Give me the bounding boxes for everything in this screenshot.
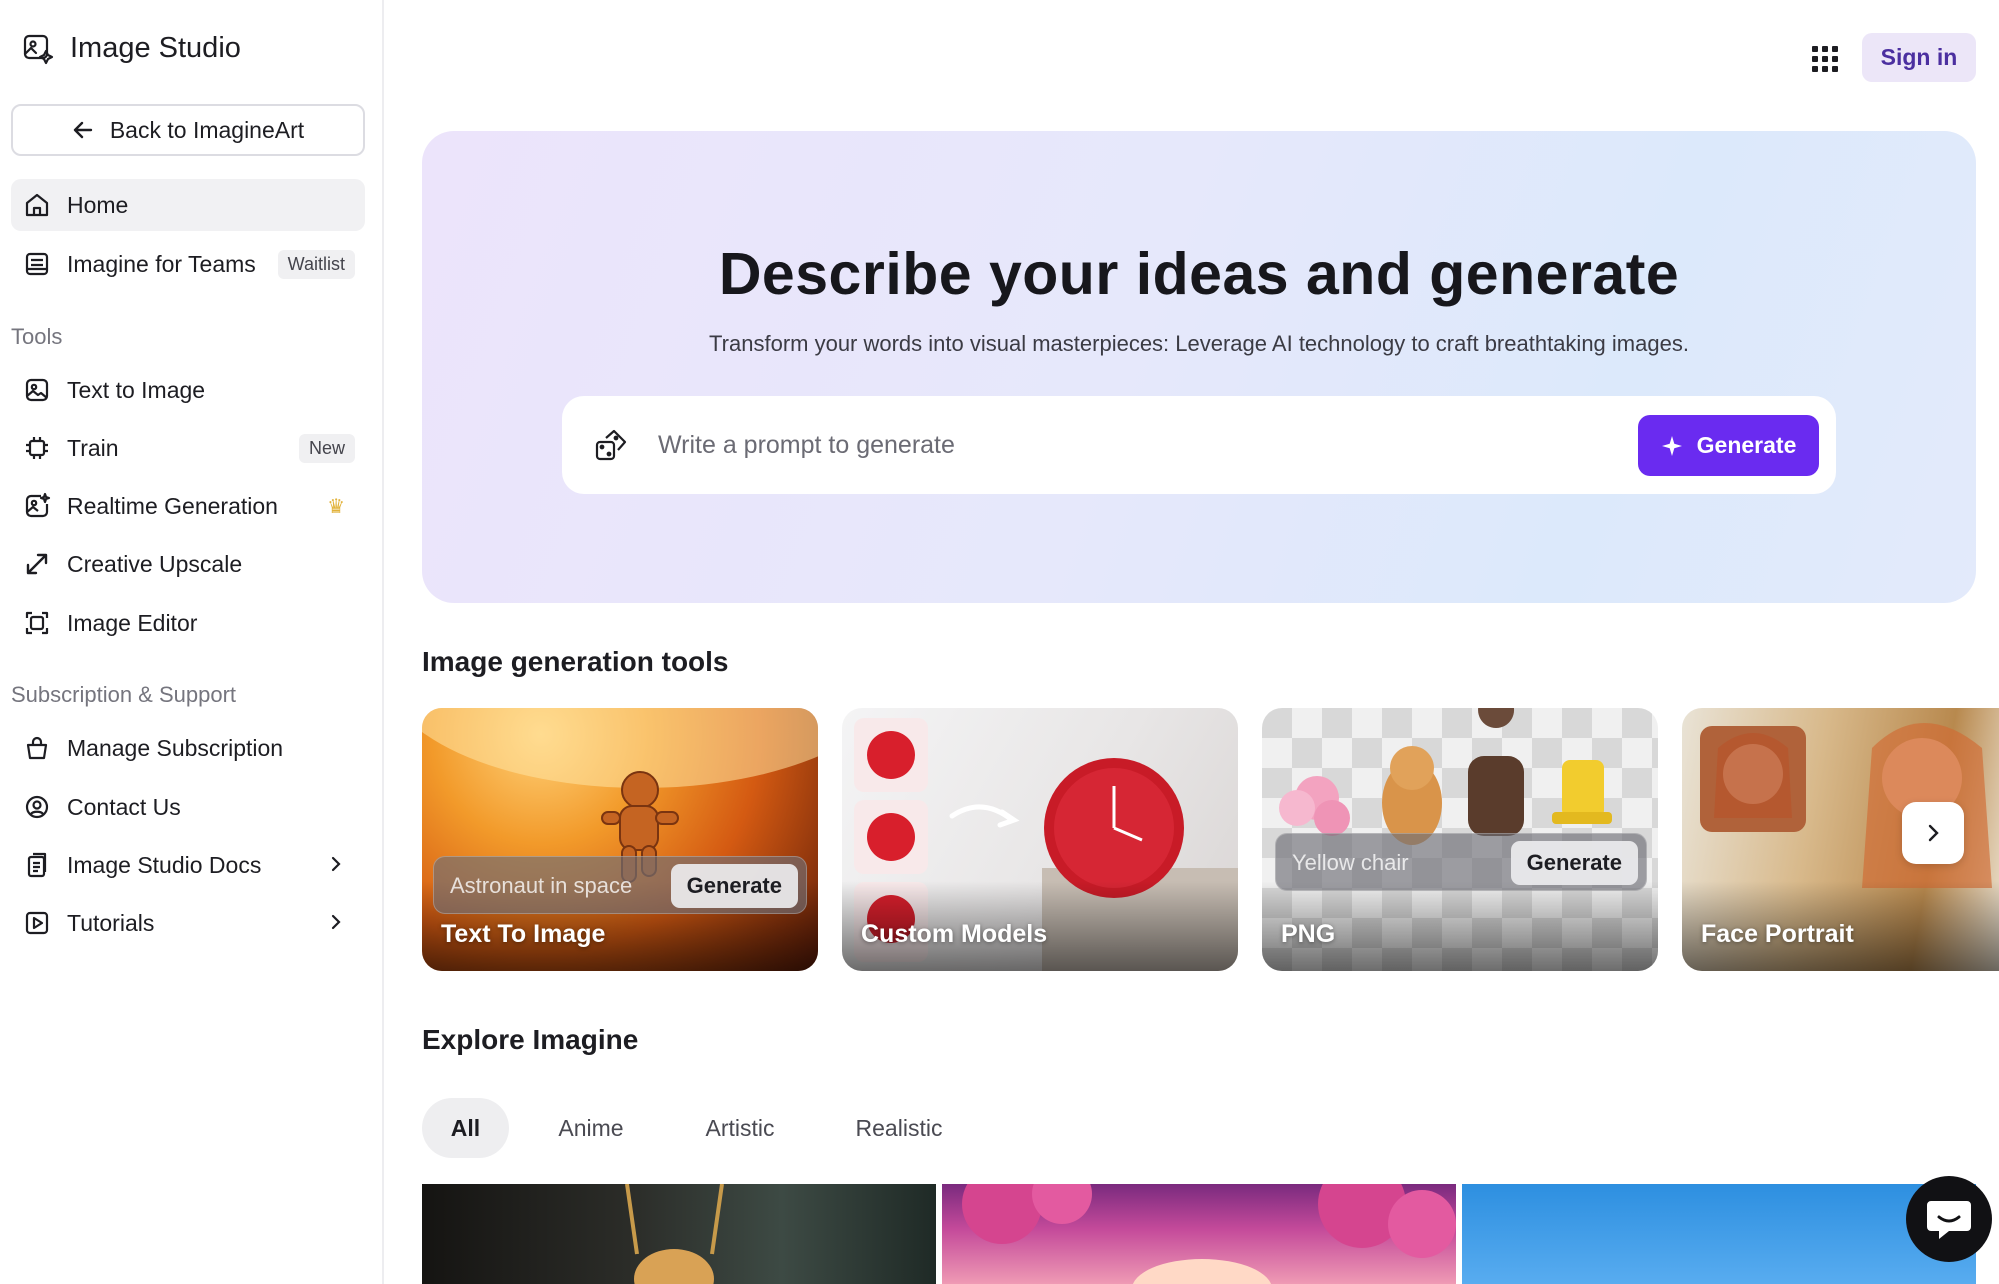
tools-heading: Image generation tools — [422, 646, 729, 677]
sidebar-item-tutorials[interactable]: Tutorials — [11, 897, 365, 949]
prompt-bar: Generate — [562, 396, 1836, 494]
sidebar: Image Studio Back to ImagineArt Home Ima… — [0, 0, 384, 1284]
card-label: Custom Models — [861, 920, 1048, 948]
support-section-label: Subscription & Support — [11, 682, 237, 707]
sample-prompt-pill: Yellow chair Generate — [1275, 833, 1647, 891]
explore-image-art — [625, 1183, 724, 1284]
sidebar-item-image-studio-docs[interactable]: Image Studio Docs — [11, 839, 365, 891]
home-icon — [23, 191, 51, 219]
sidebar-item-home[interactable]: Home — [11, 179, 365, 231]
arrow-left-icon — [73, 121, 93, 139]
tab-artistic[interactable]: Artistic — [685, 1098, 795, 1158]
sample-generate-button[interactable]: Generate — [1510, 841, 1638, 885]
sidebar-item-label: Tutorials — [67, 909, 155, 936]
sidebar-item-image-editor[interactable]: Image Editor — [11, 597, 365, 649]
prompt-input[interactable] — [658, 420, 1558, 470]
card-label: Text To Image — [441, 920, 606, 948]
chevron-right-icon — [331, 914, 341, 930]
sidebar-item-label: Image Editor — [67, 609, 198, 636]
tool-card-custom-models[interactable]: Custom Models — [842, 708, 1238, 971]
sample-prompt-text: Yellow chair — [1292, 850, 1409, 875]
sidebar-item-contact-us[interactable]: Contact Us — [11, 781, 365, 833]
sample-prompt-pill: Astronaut in space Generate — [433, 856, 807, 914]
chevron-right-icon — [331, 856, 341, 872]
sidebar-item-label: Train — [67, 434, 119, 461]
card-label: PNG — [1281, 920, 1336, 948]
chat-support-button[interactable] — [1906, 1176, 1992, 1262]
play-icon — [23, 909, 51, 937]
docs-icon — [23, 851, 51, 879]
back-to-imagineart-button[interactable]: Back to ImagineArt — [11, 104, 365, 156]
explore-image-art — [962, 1160, 1456, 1284]
sidebar-item-label: Realtime Generation — [67, 492, 278, 519]
sidebar-item-label: Text to Image — [67, 376, 206, 403]
realtime-image-icon — [23, 492, 51, 520]
app-title: Image Studio — [70, 32, 241, 64]
tool-card-png[interactable]: Yellow chair Generate PNG — [1262, 708, 1658, 971]
editor-frame-icon — [23, 609, 51, 637]
explore-image[interactable] — [1462, 1184, 1976, 1284]
generate-button-label: Generate — [1696, 432, 1797, 458]
sidebar-item-label: Contact Us — [67, 793, 181, 820]
sidebar-item-label: Imagine for Teams — [67, 250, 256, 277]
sidebar-item-label: Creative Upscale — [67, 550, 243, 577]
new-badge: New — [298, 434, 355, 463]
explore-image[interactable] — [422, 1183, 936, 1284]
sidebar-item-text-to-image[interactable]: Text to Image — [11, 364, 365, 416]
apps-grid-icon[interactable] — [1810, 44, 1838, 72]
image-studio-logo-icon — [23, 34, 54, 64]
tab-anime[interactable]: Anime — [536, 1098, 646, 1158]
sparkle-icon — [1661, 435, 1682, 456]
sidebar-item-label: Manage Subscription — [67, 734, 284, 761]
tool-card-text-to-image[interactable]: Astronaut in space Generate Text To Imag… — [422, 708, 818, 971]
tools-section-label: Tools — [11, 324, 63, 349]
image-icon — [23, 376, 51, 404]
sidebar-item-creative-upscale[interactable]: Creative Upscale — [11, 538, 365, 590]
hero-subtitle: Transform your words into visual masterp… — [709, 331, 1689, 356]
sidebar-item-realtime-generation[interactable]: Realtime Generation ♛ — [11, 480, 365, 532]
sidebar-item-train[interactable]: Train New — [11, 422, 365, 474]
contact-icon — [23, 793, 51, 821]
chat-bubble-icon — [1927, 1201, 1971, 1239]
chip-icon — [23, 434, 51, 462]
tab-all[interactable]: All — [422, 1098, 509, 1158]
sample-prompt-text: Astronaut in space — [450, 873, 633, 898]
sidebar-item-teams[interactable]: Imagine for Teams Waitlist — [11, 238, 365, 290]
expand-arrows-icon — [23, 550, 51, 578]
sidebar-item-label: Image Studio Docs — [67, 851, 262, 878]
hero-banner: Describe your ideas and generate Transfo… — [422, 131, 1976, 603]
waitlist-badge: Waitlist — [277, 250, 355, 279]
back-button-label: Back to ImagineArt — [109, 116, 305, 143]
crown-icon: ♛ — [327, 496, 345, 518]
carousel-next-button[interactable] — [1902, 802, 1964, 864]
chevron-right-icon — [1928, 824, 1939, 842]
sidebar-item-label: Home — [67, 191, 129, 218]
sign-in-button[interactable]: Sign in — [1862, 33, 1976, 82]
brand[interactable]: Image Studio — [22, 32, 241, 65]
generate-button[interactable]: Generate — [1638, 415, 1819, 476]
explore-heading: Explore Imagine — [422, 1024, 639, 1055]
card-label: Face Portrait — [1701, 920, 1854, 948]
hero-title: Describe your ideas and generate — [718, 241, 1680, 307]
bag-icon — [23, 734, 51, 762]
tab-realistic[interactable]: Realistic — [840, 1098, 958, 1158]
sample-generate-button[interactable]: Generate — [670, 864, 798, 908]
teams-icon — [23, 250, 51, 278]
explore-image[interactable] — [942, 1160, 1456, 1284]
sidebar-item-manage-subscription[interactable]: Manage Subscription — [11, 722, 365, 774]
dice-icon[interactable] — [594, 428, 628, 462]
